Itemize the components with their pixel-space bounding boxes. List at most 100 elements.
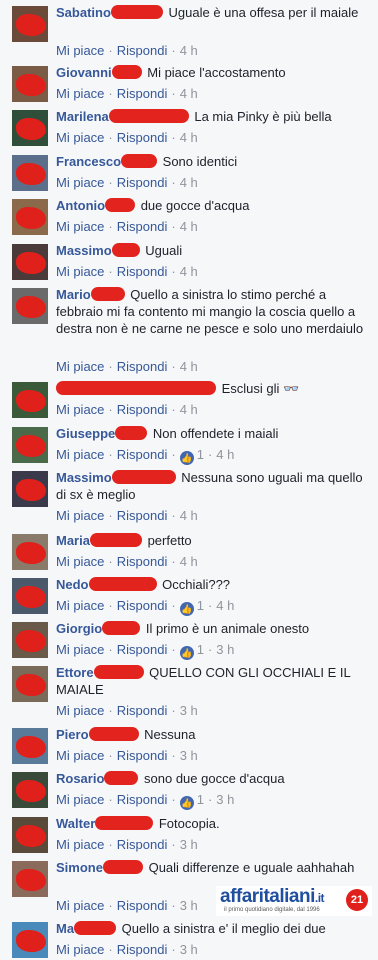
avatar[interactable]	[12, 817, 48, 853]
reply-link[interactable]: Rispondi	[117, 554, 168, 569]
thumbs-up-icon[interactable]: 👍	[179, 602, 194, 616]
timestamp[interactable]: 3 h	[180, 748, 198, 763]
timestamp[interactable]: 4 h	[216, 598, 234, 613]
like-link[interactable]: Mi piace	[56, 175, 104, 190]
reply-link[interactable]: Rispondi	[117, 175, 168, 190]
like-link[interactable]: Mi piace	[56, 359, 104, 374]
like-link[interactable]: Mi piace	[56, 508, 104, 523]
avatar[interactable]	[12, 110, 48, 146]
avatar[interactable]	[12, 199, 48, 235]
likes-count[interactable]: 1	[197, 642, 204, 657]
commenter-name[interactable]: Nedo	[56, 577, 89, 592]
avatar[interactable]	[12, 922, 48, 958]
timestamp[interactable]: 3 h	[180, 837, 198, 852]
commenter-name[interactable]: Giorgio	[56, 621, 102, 636]
avatar[interactable]	[12, 534, 48, 570]
timestamp[interactable]: 4 h	[180, 264, 198, 279]
reply-link[interactable]: Rispondi	[117, 703, 168, 718]
commenter-name[interactable]: Sabatino	[56, 5, 111, 20]
commenter-name[interactable]: Simone	[56, 860, 103, 875]
commenter-name[interactable]: Francesco	[56, 154, 121, 169]
like-link[interactable]: Mi piace	[56, 642, 104, 657]
like-link[interactable]: Mi piace	[56, 130, 104, 145]
commenter-name[interactable]: Rosario	[56, 771, 104, 786]
avatar[interactable]	[12, 427, 48, 463]
like-link[interactable]: Mi piace	[56, 43, 104, 58]
timestamp[interactable]: 4 h	[180, 175, 198, 190]
like-link[interactable]: Mi piace	[56, 86, 104, 101]
like-link[interactable]: Mi piace	[56, 447, 104, 462]
avatar[interactable]	[12, 66, 48, 102]
likes-count[interactable]: 1	[197, 598, 204, 613]
commenter-name[interactable]: Ma	[56, 921, 74, 936]
reply-link[interactable]: Rispondi	[117, 598, 168, 613]
like-link[interactable]: Mi piace	[56, 748, 104, 763]
reply-link[interactable]: Rispondi	[117, 792, 168, 807]
avatar[interactable]	[12, 728, 48, 764]
commenter-name[interactable]: Mario	[56, 287, 91, 302]
timestamp[interactable]: 4 h	[216, 447, 234, 462]
reply-link[interactable]: Rispondi	[117, 130, 168, 145]
like-link[interactable]: Mi piace	[56, 402, 104, 417]
like-link[interactable]: Mi piace	[56, 837, 104, 852]
commenter-name[interactable]: Massimo	[56, 243, 112, 258]
like-link[interactable]: Mi piace	[56, 703, 104, 718]
commenter-name[interactable]: Piero	[56, 727, 89, 742]
thumbs-up-icon[interactable]: 👍	[179, 796, 194, 810]
reply-link[interactable]: Rispondi	[117, 837, 168, 852]
commenter-name[interactable]: Maria	[56, 533, 90, 548]
like-link[interactable]: Mi piace	[56, 554, 104, 569]
timestamp[interactable]: 4 h	[180, 43, 198, 58]
commenter-name[interactable]: Giuseppe	[56, 426, 115, 441]
avatar[interactable]	[12, 622, 48, 658]
thumbs-up-icon[interactable]: 👍	[179, 451, 194, 465]
reply-link[interactable]: Rispondi	[117, 359, 168, 374]
reply-link[interactable]: Rispondi	[117, 508, 168, 523]
like-link[interactable]: Mi piace	[56, 898, 104, 913]
reply-link[interactable]: Rispondi	[117, 264, 168, 279]
avatar[interactable]	[12, 244, 48, 280]
like-link[interactable]: Mi piace	[56, 219, 104, 234]
avatar[interactable]	[12, 288, 48, 324]
timestamp[interactable]: 3 h	[216, 642, 234, 657]
reply-link[interactable]: Rispondi	[117, 642, 168, 657]
commenter-name[interactable]: Giovanni	[56, 65, 112, 80]
avatar[interactable]	[12, 666, 48, 702]
commenter-name[interactable]: Marilena	[56, 109, 109, 124]
timestamp[interactable]: 4 h	[180, 402, 198, 417]
timestamp[interactable]: 4 h	[180, 508, 198, 523]
timestamp[interactable]: 3 h	[216, 792, 234, 807]
avatar[interactable]	[12, 578, 48, 614]
reply-link[interactable]: Rispondi	[117, 402, 168, 417]
timestamp[interactable]: 4 h	[180, 130, 198, 145]
like-link[interactable]: Mi piace	[56, 942, 104, 957]
commenter-name[interactable]: Walter	[56, 816, 95, 831]
avatar[interactable]	[12, 382, 48, 418]
timestamp[interactable]: 4 h	[180, 219, 198, 234]
reply-link[interactable]: Rispondi	[117, 748, 168, 763]
like-link[interactable]: Mi piace	[56, 264, 104, 279]
reply-link[interactable]: Rispondi	[117, 219, 168, 234]
timestamp[interactable]: 3 h	[180, 898, 198, 913]
avatar[interactable]	[12, 471, 48, 507]
like-link[interactable]: Mi piace	[56, 598, 104, 613]
reply-link[interactable]: Rispondi	[117, 898, 168, 913]
commenter-name[interactable]: Antonio	[56, 198, 105, 213]
thumbs-up-icon[interactable]: 👍	[179, 646, 194, 660]
likes-count[interactable]: 1	[197, 792, 204, 807]
like-link[interactable]: Mi piace	[56, 792, 104, 807]
commenter-name[interactable]: Ettore	[56, 665, 94, 680]
likes-count[interactable]: 1	[197, 447, 204, 462]
commenter-name[interactable]: Massimo	[56, 470, 112, 485]
timestamp[interactable]: 3 h	[180, 703, 198, 718]
avatar[interactable]	[12, 6, 48, 42]
reply-link[interactable]: Rispondi	[117, 942, 168, 957]
avatar[interactable]	[12, 155, 48, 191]
timestamp[interactable]: 3 h	[180, 942, 198, 957]
avatar[interactable]	[12, 861, 48, 897]
timestamp[interactable]: 4 h	[180, 86, 198, 101]
reply-link[interactable]: Rispondi	[117, 43, 168, 58]
reply-link[interactable]: Rispondi	[117, 86, 168, 101]
reply-link[interactable]: Rispondi	[117, 447, 168, 462]
timestamp[interactable]: 4 h	[180, 359, 198, 374]
